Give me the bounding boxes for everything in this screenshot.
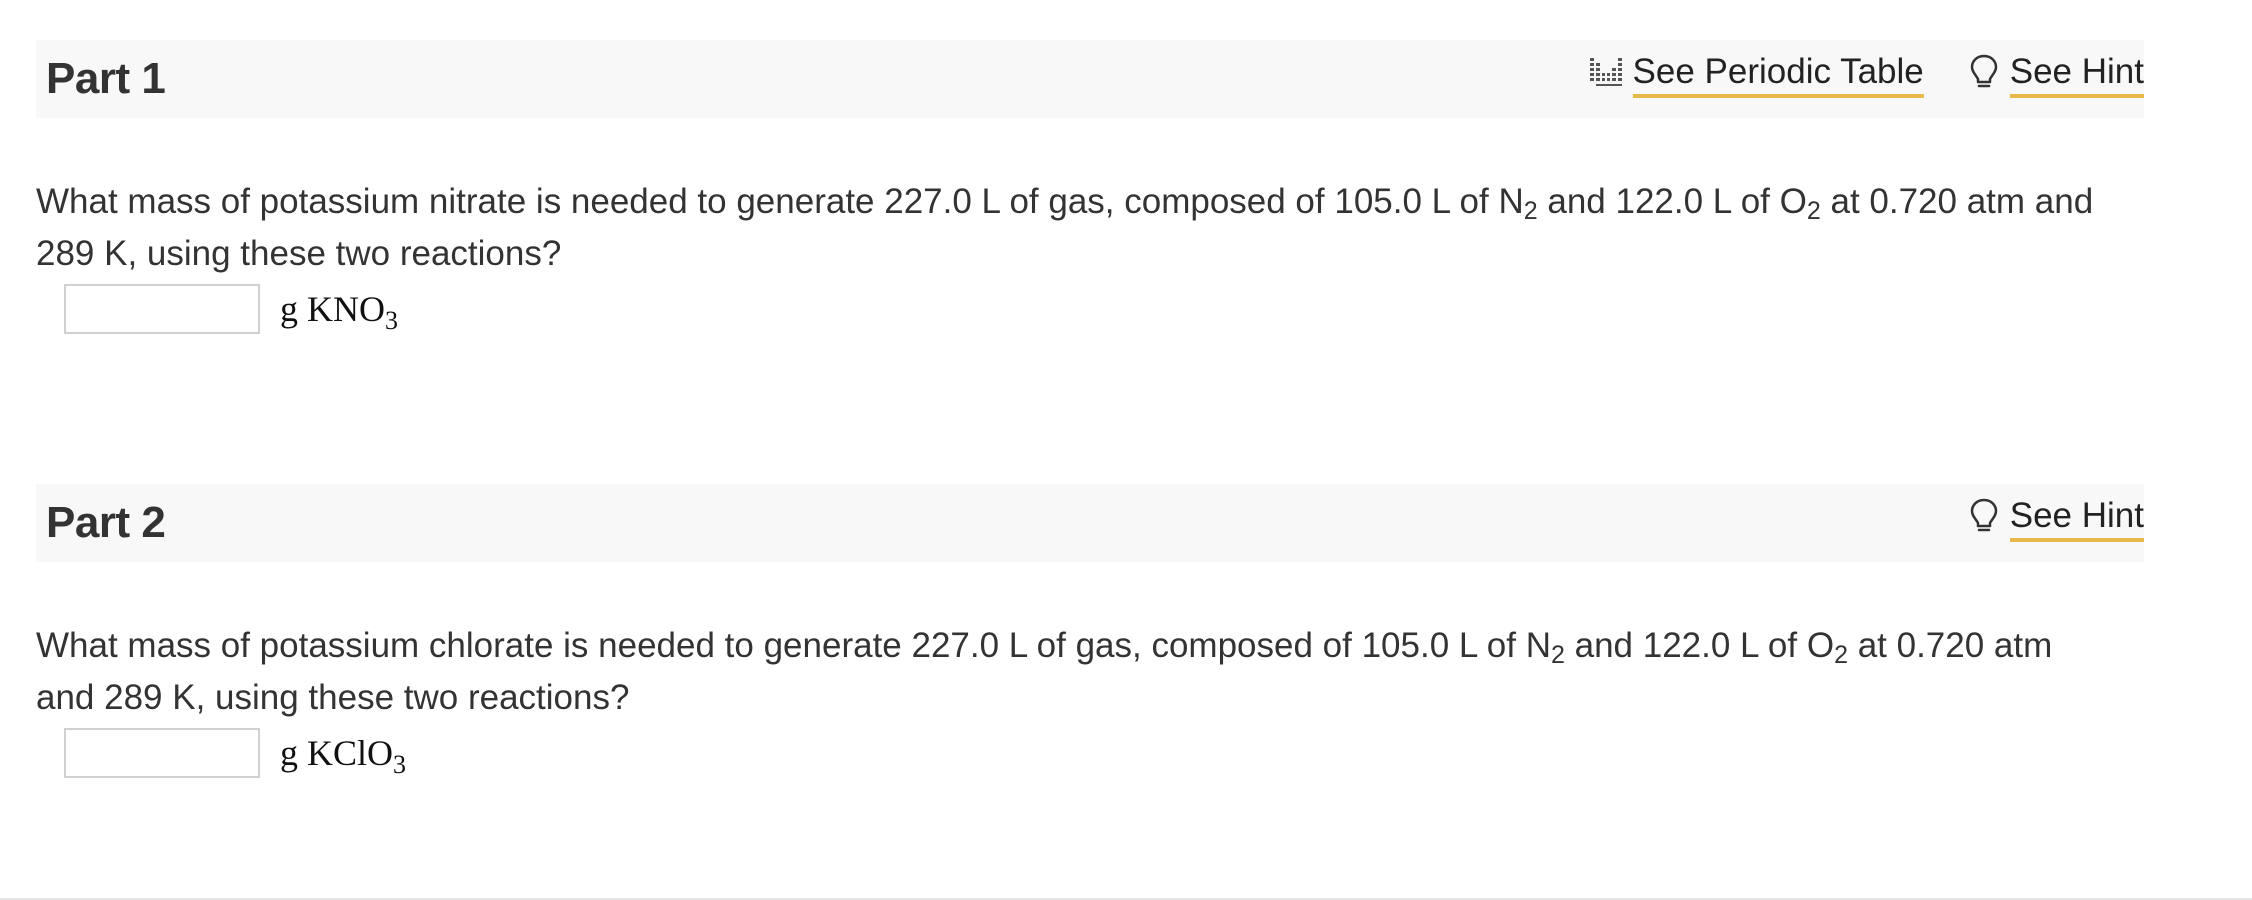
lightbulb-icon	[1970, 54, 1997, 88]
part-2-unit-label: g KClO3	[280, 732, 406, 778]
question-text: and 122.0 L of O	[1564, 626, 1835, 665]
part-1-see-hint-label[interactable]: See Hint	[2009, 50, 2144, 98]
part-2-answer-row: g KClO3	[64, 728, 406, 778]
part-2-header-actions: See Hint	[1924, 494, 2144, 542]
part-1-question: What mass of potassium nitrate is needed…	[36, 176, 2116, 280]
unit-subscript: 3	[385, 306, 398, 335]
lightbulb-icon	[1970, 498, 1997, 532]
unit-text: g KNO	[280, 289, 385, 329]
part-2-question: What mass of potassium chlorate is neede…	[36, 620, 2116, 724]
question-text: What mass of potassium nitrate is needed…	[36, 182, 1524, 221]
part-1-answer-input[interactable]	[64, 284, 260, 334]
unit-subscript: 3	[393, 750, 407, 779]
see-periodic-table-label[interactable]: See Periodic Table	[1632, 50, 1924, 98]
part-1-see-hint-button[interactable]: See Hint	[1964, 50, 2144, 98]
subscript: 2	[1834, 641, 1848, 669]
part-1-unit-label: g KNO3	[280, 288, 398, 334]
part-2-see-hint-label[interactable]: See Hint	[2009, 494, 2144, 542]
part-2-header: Part 2 See Hint	[36, 484, 2144, 562]
unit-text: g KClO	[280, 733, 394, 773]
subscript: 2	[1550, 641, 1565, 669]
part-1-answer-row: g KNO3	[64, 284, 398, 334]
subscript: 2	[1523, 197, 1538, 225]
part-2-answer-input[interactable]	[64, 728, 260, 778]
question-text: What mass of potassium chlorate is neede…	[36, 626, 1551, 665]
subscript: 2	[1806, 197, 1821, 225]
part-2-section: Part 2 See Hint What mass of potassium c…	[36, 484, 2144, 778]
part-1-header-actions: See Periodic Table See Hint	[1547, 50, 2144, 98]
part-1-header: Part 1 See Periodic Table See Hint	[36, 40, 2144, 118]
part-1-section: Part 1 See Periodic Table See Hint What …	[36, 40, 2144, 334]
periodic-table-icon	[1589, 58, 1622, 86]
part-1-title: Part 1	[46, 54, 166, 103]
part-2-see-hint-button[interactable]: See Hint	[1964, 494, 2144, 542]
question-text: and 122.0 L of O	[1537, 182, 1807, 221]
part-2-title: Part 2	[46, 498, 166, 547]
see-periodic-table-button[interactable]: See Periodic Table	[1587, 50, 1924, 98]
